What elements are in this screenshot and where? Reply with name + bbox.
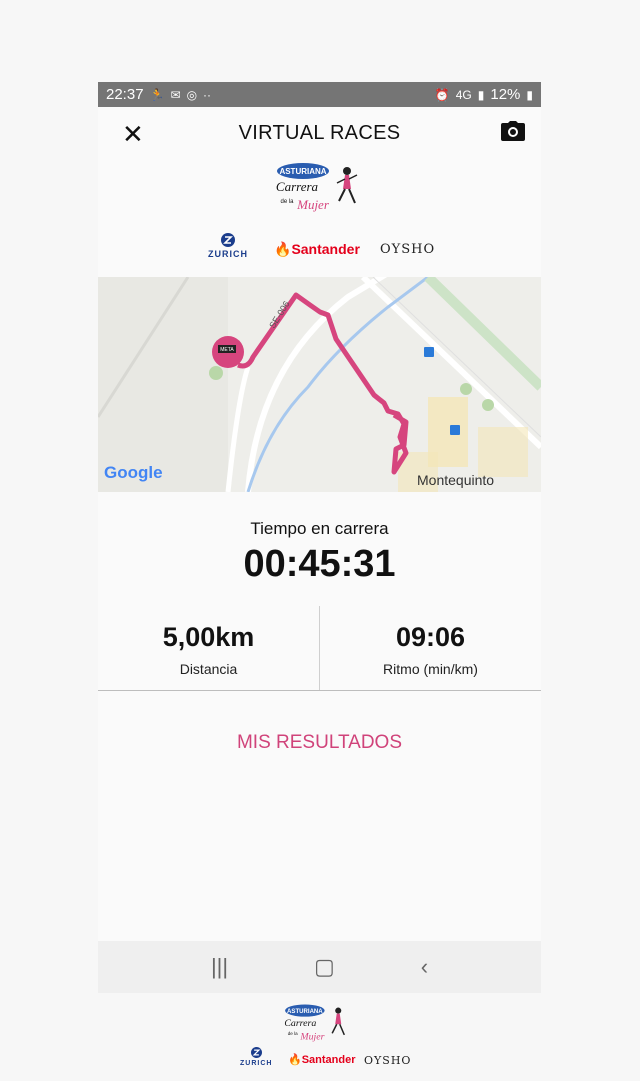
sync-icon: ◎ — [186, 87, 198, 102]
close-icon[interactable]: ✕ — [122, 119, 144, 150]
back-icon[interactable]: ‹ — [421, 954, 428, 980]
home-icon[interactable]: ▢ — [314, 954, 335, 980]
camera-icon[interactable] — [501, 121, 525, 146]
battery-level: 12% — [490, 86, 521, 103]
mail-icon: ✉ — [170, 87, 181, 102]
activity-icon: 🏃 — [149, 87, 165, 102]
sponsor-header: ASTURIANA Carrera de la Mujer ZURICH 🔥Sa… — [98, 159, 541, 277]
map-place-label: Montequinto — [417, 472, 495, 488]
footer-zurich-label: ZURICH — [240, 1060, 273, 1067]
oysho-logo: OYSHO — [380, 242, 436, 257]
phone-screen: 22:37 🏃 ✉ ◎ ·· ⏰ 4G ▮ 12% ▮ ✕ VIRTUAL RA… — [98, 82, 541, 993]
race-logo-line1: Carrera — [276, 179, 319, 194]
my-results-button[interactable]: MIS RESULTADOS — [98, 732, 541, 754]
signal-icon: ▮ — [477, 87, 485, 102]
footer-sponsors: ASTURIANA Carrera de la Mujer ZURICH 🔥Sa… — [0, 1000, 640, 1080]
race-logo: ASTURIANA Carrera de la Mujer — [276, 163, 358, 212]
horizontal-divider — [98, 690, 541, 691]
zurich-label: ZURICH — [208, 249, 248, 259]
footer-santander-label: Santander — [301, 1054, 356, 1066]
stats-split: 5,00km Distancia 09:06 Ritmo (min/km) — [98, 606, 541, 691]
distance-value: 5,00km — [162, 622, 255, 652]
start-marker-label: META — [220, 347, 234, 353]
santander-logo: 🔥Santander — [274, 241, 360, 258]
alarm-icon: ⏰ — [434, 87, 450, 102]
app-bar: ✕ VIRTUAL RACES — [98, 107, 541, 159]
map-canvas: META SE-006 — [98, 264, 541, 493]
footer-race-logo-brand: ASTURIANA — [287, 1009, 323, 1015]
footer-oysho-logo: OYSHO — [364, 1054, 412, 1067]
pace-label: Ritmo (min/km) — [383, 661, 478, 677]
google-logo: Google — [104, 463, 163, 483]
status-bar: 22:37 🏃 ✉ ◎ ·· ⏰ 4G ▮ 12% ▮ — [98, 82, 541, 107]
pace-cell: 09:06 Ritmo (min/km) — [320, 622, 541, 677]
time-value: 00:45:31 — [243, 543, 396, 585]
footer-zurich-logo: ZURICH — [240, 1047, 272, 1067]
flame-icon: 🔥 — [274, 241, 292, 257]
race-logo-line2: de la — [280, 199, 294, 205]
android-nav-bar: ||| ▢ ‹ — [98, 941, 541, 993]
distance-cell: 5,00km Distancia — [98, 622, 319, 677]
google-logo-text: Google — [104, 463, 163, 482]
footer-race-logo-line3: Mujer — [299, 1031, 324, 1042]
time-label: Tiempo en carrera — [250, 519, 389, 538]
network-type: 4G — [455, 87, 472, 102]
pace-value: 09:06 — [395, 622, 466, 652]
more-icon: ·· — [203, 87, 212, 102]
zurich-logo: ZURICH — [208, 233, 248, 259]
footer-race-logo: ASTURIANA Carrera de la Mujer — [284, 1004, 346, 1042]
footer-santander-logo: 🔥Santander — [288, 1053, 356, 1066]
race-stats: Tiempo en carrera 00:45:31 5,00km Distan… — [98, 492, 541, 753]
footer-race-logo-line2: de la — [288, 1031, 298, 1036]
recent-apps-icon[interactable]: ||| — [211, 954, 228, 980]
santander-label: Santander — [291, 241, 360, 257]
race-logo-line3: Mujer — [296, 197, 330, 212]
distance-label: Distancia — [179, 661, 238, 677]
footer-race-logo-line1: Carrera — [284, 1018, 316, 1029]
footer-flame-icon: 🔥 — [288, 1054, 302, 1066]
sponsor-logos: ZURICH 🔥Santander OYSHO — [98, 233, 541, 263]
route-map[interactable]: META SE-006 Google Montequinto — [98, 264, 541, 493]
race-logo-brand: ASTURIANA — [279, 167, 326, 176]
status-time: 22:37 — [106, 86, 144, 103]
page-title: VIRTUAL RACES — [238, 121, 401, 144]
battery-icon: ▮ — [526, 87, 533, 102]
